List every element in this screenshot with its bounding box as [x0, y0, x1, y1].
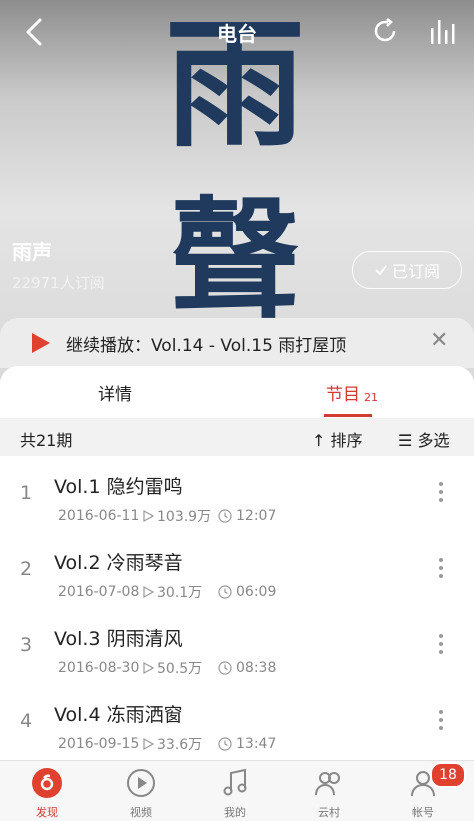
top-bar: 电台 — [0, 0, 474, 64]
clock-icon — [218, 509, 232, 523]
video-icon — [127, 769, 155, 797]
episode-plays-value: 33.6万 — [157, 737, 203, 753]
nav-account-label: 帐号 — [412, 806, 434, 819]
nav-mine[interactable]: 我的 — [188, 761, 282, 821]
list-icon: ☰ — [398, 431, 418, 450]
episode-index: 2 — [20, 558, 33, 580]
nav-discover[interactable]: 发现 — [0, 761, 94, 821]
episode-plays-value: 50.5万 — [157, 661, 203, 677]
subscribe-button-label: 已订阅 — [391, 262, 440, 281]
episode-row[interactable]: 3 Vol.3 阴雨清风 2016-08-30 50.5万 08:38 — [0, 608, 474, 684]
tab-programs[interactable]: 节目 21 — [326, 380, 378, 416]
now-playing-button[interactable] — [428, 16, 458, 46]
episode-plays: 30.1万 — [142, 582, 218, 602]
more-options-icon[interactable] — [436, 634, 446, 658]
multi-select-label: 多选 — [417, 431, 450, 450]
nav-video-label: 视频 — [130, 806, 152, 819]
bottom-nav: 发现 视频 我的 云村 帐号 — [0, 760, 474, 821]
episode-plays: 33.6万 — [142, 734, 218, 754]
episode-index: 3 — [20, 634, 33, 656]
continue-playing-text: 继续播放：Vol.14 - Vol.15 雨打屋顶 — [66, 336, 347, 356]
check-icon — [375, 265, 387, 276]
station-name: 雨声 — [12, 240, 52, 264]
nav-video[interactable]: 视频 — [94, 761, 188, 821]
episode-title: Vol.3 阴雨清风 — [54, 628, 183, 650]
play-icon[interactable] — [32, 333, 50, 353]
episode-date: 2016-08-30 — [58, 660, 140, 676]
episode-row[interactable]: 2 Vol.2 冷雨琴音 2016-07-08 30.1万 06:09 — [0, 532, 474, 608]
episode-title: Vol.1 隐约雷鸣 — [54, 476, 183, 498]
play-count-icon — [143, 510, 154, 522]
episode-duration: 12:07 — [218, 508, 276, 524]
sort-icon: ↑ — [312, 431, 331, 450]
episode-duration: 13:47 — [218, 736, 276, 752]
episode-row[interactable]: 4 Vol.4 冻雨洒窗 2016-09-15 33.6万 13:47 — [0, 684, 474, 760]
multi-select-button[interactable]: ☰ 多选 — [398, 427, 449, 451]
episode-plays: 103.9万 — [142, 506, 218, 526]
clock-icon — [218, 737, 232, 751]
sort-label: 排序 — [330, 431, 363, 450]
episode-meta: 2016-09-15 33.6万 13:47 — [58, 734, 276, 754]
episode-title: Vol.4 冻雨洒窗 — [54, 704, 183, 726]
nav-discover-label: 发现 — [36, 806, 58, 819]
discover-icon — [32, 768, 62, 798]
episode-duration: 06:09 — [218, 584, 276, 600]
clock-icon — [218, 585, 232, 599]
equalizer-icon — [431, 20, 455, 44]
nav-mine-label: 我的 — [224, 806, 246, 819]
episode-meta: 2016-08-30 50.5万 08:38 — [58, 658, 276, 678]
episode-duration-value: 06:09 — [236, 584, 277, 600]
page-title: 电台 — [217, 22, 257, 46]
tab-indicator — [324, 414, 372, 417]
subscribe-button[interactable]: 已订阅 — [352, 251, 462, 289]
episode-plays-value: 103.9万 — [157, 509, 212, 525]
more-options-icon[interactable] — [436, 558, 446, 582]
notification-badge: 18 — [430, 762, 466, 788]
episode-row[interactable]: 1 Vol.1 隐约雷鸣 2016-06-11 103.9万 12:07 — [0, 456, 474, 532]
episode-meta: 2016-07-08 30.1万 06:09 — [58, 582, 276, 602]
episode-plays: 50.5万 — [142, 658, 218, 678]
continue-playing-bar[interactable]: 继续播放：Vol.14 - Vol.15 雨打屋顶 ✕ — [0, 318, 474, 368]
more-options-icon[interactable] — [436, 482, 446, 506]
episode-count: 共21期 — [20, 431, 73, 450]
episode-duration-value: 12:07 — [236, 508, 277, 524]
music-icon — [223, 768, 247, 796]
more-options-icon[interactable] — [436, 710, 446, 734]
episode-duration: 08:38 — [218, 660, 276, 676]
play-count-icon — [143, 738, 154, 750]
episode-plays-value: 30.1万 — [157, 585, 203, 601]
episode-index: 1 — [20, 482, 33, 504]
cover-art-char-2: 聲 — [169, 183, 300, 336]
episode-duration-value: 13:47 — [236, 736, 277, 752]
episode-date: 2016-06-11 — [58, 508, 140, 524]
play-count-icon — [143, 662, 154, 674]
tab-programs-count: 21 — [364, 391, 378, 404]
close-icon[interactable]: ✕ — [430, 328, 448, 353]
episode-date: 2016-09-15 — [58, 736, 140, 752]
episode-meta: 2016-06-11 103.9万 12:07 — [58, 506, 276, 526]
nav-community[interactable]: 云村 — [282, 761, 376, 821]
tab-detail[interactable]: 详情 — [98, 380, 132, 416]
sort-button[interactable]: ↑ 排序 — [312, 427, 363, 451]
episode-title: Vol.2 冷雨琴音 — [54, 552, 183, 574]
list-header: 共21期 ↑ 排序 ☰ 多选 — [0, 418, 474, 456]
clock-icon — [218, 661, 232, 675]
share-button[interactable] — [370, 16, 400, 46]
subscriber-count: 22971人订阅 — [12, 274, 105, 292]
community-icon — [315, 772, 340, 796]
refresh-icon — [374, 18, 396, 42]
nav-community-label: 云村 — [318, 806, 340, 819]
episode-index: 4 — [20, 710, 33, 732]
tab-programs-label: 节目 — [326, 385, 360, 405]
episode-duration-value: 08:38 — [236, 660, 277, 676]
play-count-icon — [143, 586, 154, 598]
tab-detail-label: 详情 — [98, 385, 132, 405]
episode-date: 2016-07-08 — [58, 584, 140, 600]
